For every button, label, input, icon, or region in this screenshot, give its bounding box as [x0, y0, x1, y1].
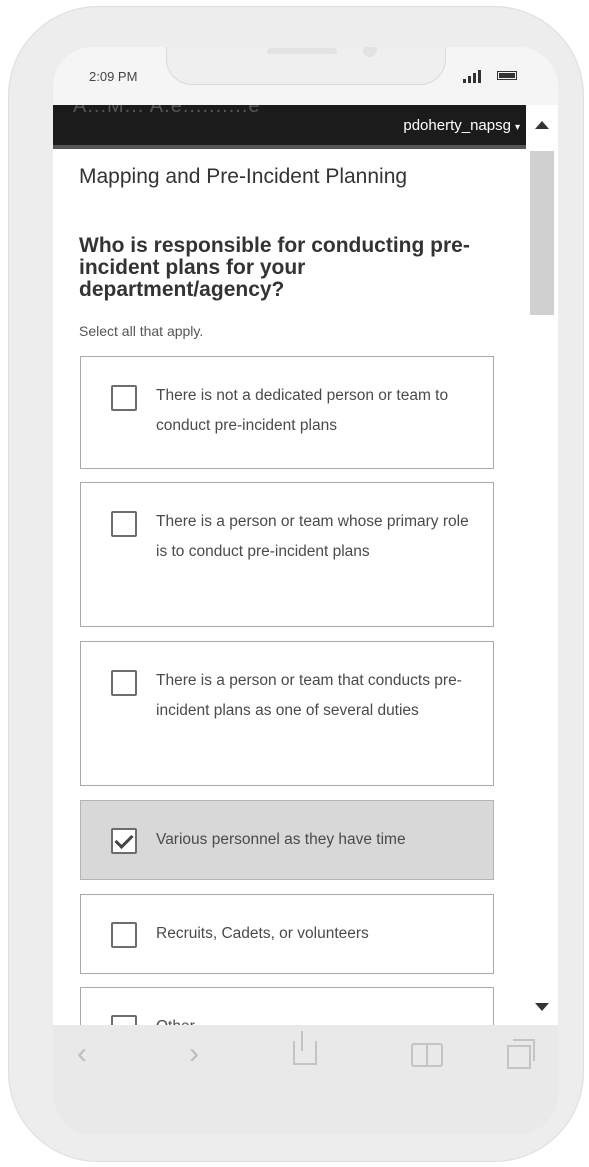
checkbox-icon[interactable] — [111, 1015, 137, 1025]
option-primary-role[interactable]: There is a person or team whose primary … — [80, 482, 494, 627]
battery-icon — [497, 71, 517, 80]
checkbox-icon[interactable] — [111, 511, 137, 537]
caret-down-icon: ▾ — [514, 122, 520, 133]
option-label: Recruits, Cadets, or volunteers — [156, 925, 369, 942]
checkbox-icon[interactable] — [111, 922, 137, 948]
web-content: A...M... A.e..........e pdoherty_napsg ▾ … — [53, 105, 526, 1025]
app-header: A...M... A.e..........e pdoherty_napsg ▾ — [53, 105, 526, 145]
back-icon[interactable]: ‹ — [77, 1039, 87, 1069]
signal-icon — [463, 69, 487, 83]
option-label: There is a person or team whose primary … — [156, 513, 469, 560]
bookmarks-icon[interactable] — [411, 1043, 443, 1067]
user-menu[interactable]: pdoherty_napsg ▾ — [403, 117, 520, 134]
status-bar: 2:09 PM — [53, 47, 558, 105]
scroll-up-icon[interactable] — [535, 121, 549, 129]
option-label: Other — [156, 1012, 479, 1025]
question-hint: Select all that apply. — [79, 323, 204, 339]
option-label: There is not a dedicated person or team … — [156, 387, 449, 434]
option-label: There is a person or team that conducts … — [156, 672, 462, 719]
browser-toolbar: ‹ › — [53, 1025, 558, 1135]
scroll-thumb[interactable] — [530, 151, 554, 315]
app-title-cut-off: A...M... A.e..........e — [73, 105, 261, 117]
option-other[interactable]: Other — [80, 987, 494, 1025]
status-time: 2:09 PM — [89, 69, 138, 84]
scroll-down-icon[interactable] — [535, 1003, 549, 1011]
speaker-grill — [267, 48, 337, 54]
option-various-personnel[interactable]: Various personnel as they have time — [80, 800, 494, 880]
header-divider — [53, 145, 526, 149]
phone-frame: 2:09 PM A...M... A.e..........e pdoherty… — [8, 6, 584, 1162]
checkbox-icon[interactable] — [111, 828, 137, 854]
checkbox-icon[interactable] — [111, 385, 137, 411]
option-recruits-cadets-volunteers[interactable]: Recruits, Cadets, or volunteers — [80, 894, 494, 974]
question-text: Who is responsible for conducting pre-in… — [79, 234, 470, 301]
option-label: Various personnel as they have time — [156, 831, 406, 848]
checkmark-icon — [114, 829, 134, 850]
username: pdoherty_napsg — [403, 117, 511, 134]
phone-notch — [166, 47, 446, 85]
checkbox-icon[interactable] — [111, 670, 137, 696]
option-no-dedicated-person[interactable]: There is not a dedicated person or team … — [80, 356, 494, 469]
section-title: Mapping and Pre-Incident Planning — [79, 165, 408, 188]
front-camera — [363, 47, 377, 57]
page-scrollbar[interactable] — [526, 105, 558, 1025]
option-one-of-several-duties[interactable]: There is a person or team that conducts … — [80, 641, 494, 786]
forward-icon[interactable]: › — [189, 1039, 199, 1069]
phone-screen: 2:09 PM A...M... A.e..........e pdoherty… — [53, 47, 558, 1135]
